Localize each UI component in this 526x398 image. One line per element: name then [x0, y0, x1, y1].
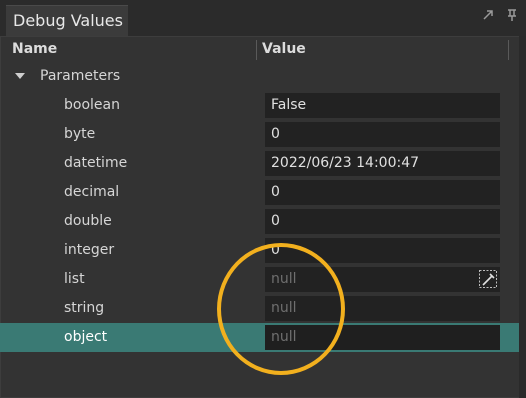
parameter-value: 0	[271, 213, 280, 229]
maximize-icon[interactable]	[481, 8, 495, 22]
parameter-value-field[interactable]: False	[265, 93, 500, 118]
window-title: Debug Values	[13, 11, 123, 30]
parameter-row-byte[interactable]: byte 0	[0, 120, 519, 149]
title-bar: Debug Values	[0, 0, 526, 36]
column-divider[interactable]	[508, 40, 509, 60]
parameter-name: string	[64, 300, 105, 316]
parameter-row-integer[interactable]: integer 0	[0, 236, 519, 265]
parameter-value-field[interactable]: null	[265, 296, 500, 321]
parameter-value: False	[271, 97, 307, 113]
parameter-value: 0	[271, 126, 280, 142]
parameter-value: 2022/06/23 14:00:47	[271, 155, 420, 171]
parameter-value: null	[271, 300, 297, 316]
parameter-row-object[interactable]: object null	[0, 323, 519, 352]
parameter-value: null	[271, 329, 297, 345]
parameter-row-string[interactable]: string null	[0, 294, 519, 323]
edit-icon[interactable]	[478, 269, 498, 289]
parameter-value: null	[271, 271, 297, 287]
group-label: Parameters	[40, 68, 121, 84]
parameter-name: integer	[64, 242, 115, 258]
column-header	[0, 37, 519, 63]
parameter-name: list	[64, 271, 85, 287]
parameter-value-field[interactable]: 2022/06/23 14:00:47	[265, 151, 500, 176]
parameter-row-double[interactable]: double 0	[0, 207, 519, 236]
parameter-name: double	[64, 213, 112, 229]
parameter-name: byte	[64, 126, 96, 142]
parameter-value-field[interactable]: 0	[265, 238, 500, 263]
parameter-value: 0	[271, 242, 280, 258]
parameter-value-field[interactable]: null	[265, 267, 500, 292]
parameter-row-boolean[interactable]: boolean False	[0, 91, 519, 120]
column-header-value[interactable]: Value	[262, 41, 306, 57]
parameter-value-field[interactable]: 0	[265, 209, 500, 234]
scrollbar[interactable]	[519, 36, 526, 398]
parameter-name: boolean	[64, 97, 120, 113]
parameter-name: object	[64, 329, 108, 345]
parameter-value-field[interactable]: null	[265, 325, 500, 350]
parameter-row-datetime[interactable]: datetime 2022/06/23 14:00:47	[0, 149, 519, 178]
parameter-row-decimal[interactable]: decimal 0	[0, 178, 519, 207]
expand-triangle-icon[interactable]	[15, 73, 25, 79]
column-divider[interactable]	[256, 40, 257, 60]
parameter-name: decimal	[64, 184, 120, 200]
window-tab[interactable]: Debug Values	[6, 5, 128, 36]
column-header-name[interactable]: Name	[12, 41, 57, 57]
parameter-row-list[interactable]: list null	[0, 265, 519, 294]
parameter-name: datetime	[64, 155, 128, 171]
parameter-value: 0	[271, 184, 280, 200]
parameter-value-field[interactable]: 0	[265, 122, 500, 147]
parameter-value-field[interactable]: 0	[265, 180, 500, 205]
pin-icon[interactable]	[505, 8, 519, 22]
